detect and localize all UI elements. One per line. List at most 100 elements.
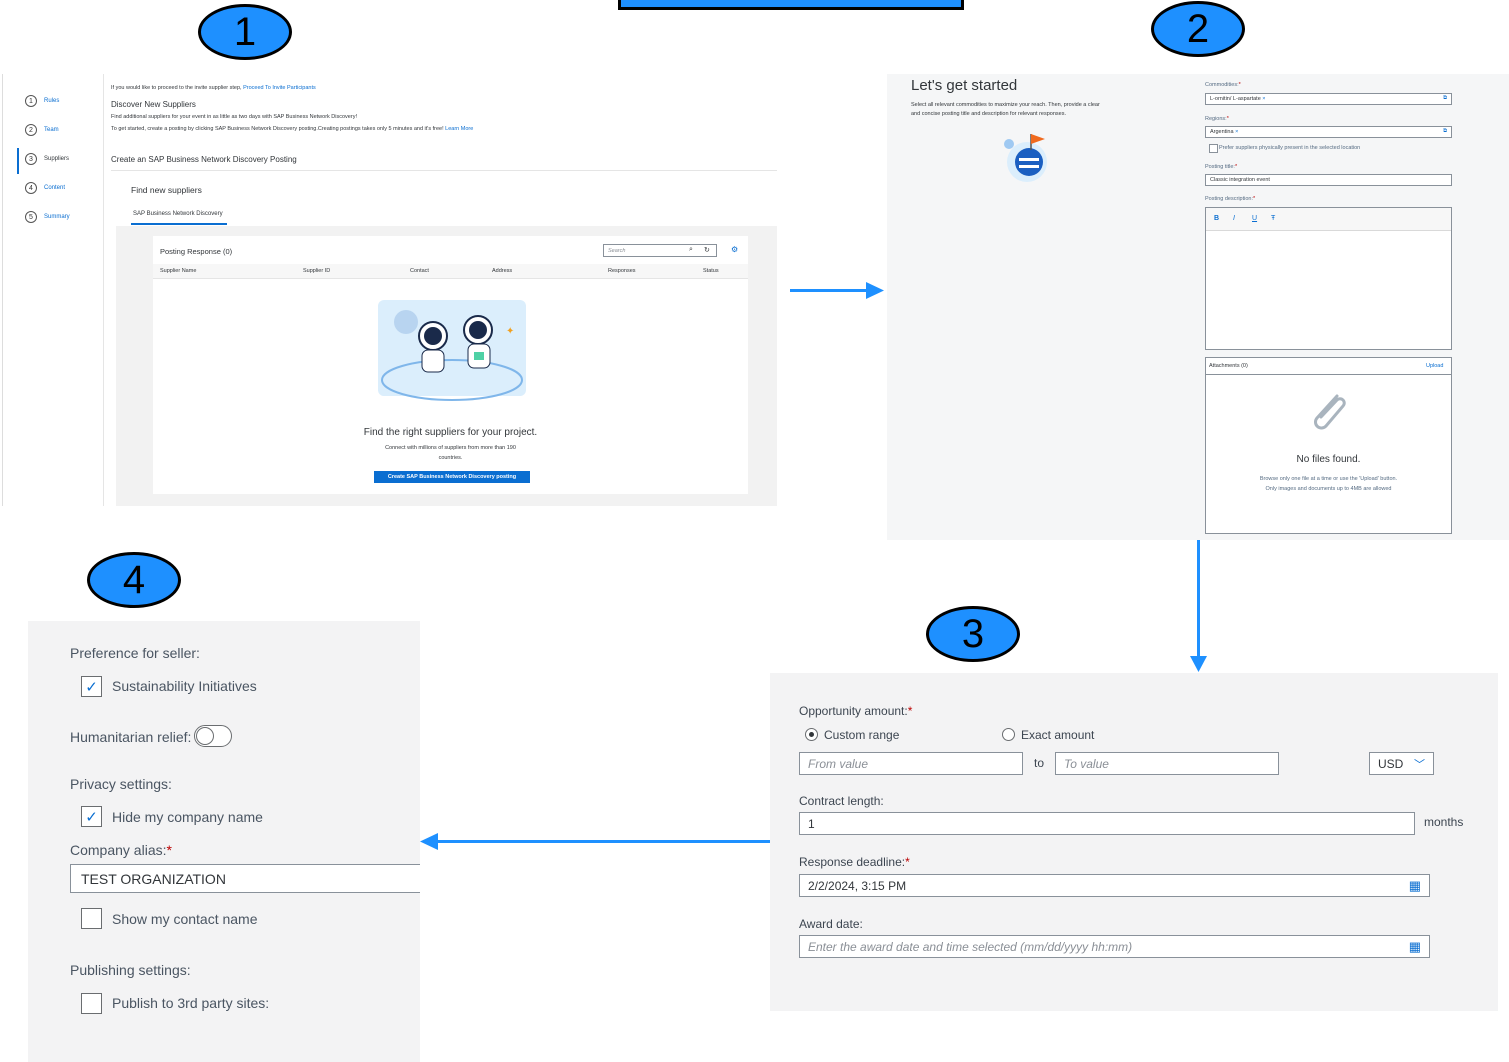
strikethrough-button[interactable]: Ŧ	[1271, 215, 1275, 222]
prefer-location-label: Prefer suppliers physically present in t…	[1219, 145, 1361, 151]
preference-label: Preference for seller:	[70, 645, 200, 661]
arrow-2-to-3	[1197, 540, 1200, 660]
no-files-hint1: Browse only one file at a time or use th…	[1259, 476, 1398, 482]
step-suppliers[interactable]: 3 Suppliers	[25, 153, 69, 165]
step-badge-2: 2	[1151, 1, 1245, 57]
col-supplier-id: Supplier ID	[303, 268, 331, 274]
arrow-head-right	[866, 282, 884, 299]
opportunity-amount-label: Opportunity amount:*	[799, 704, 913, 718]
award-date-label: Award date:	[799, 917, 863, 931]
hide-company-checkbox[interactable]: ✓	[81, 806, 102, 827]
col-contact: Contact	[410, 268, 429, 274]
learn-more-link[interactable]: Learn More	[445, 126, 473, 132]
no-files-hint2: Only images and documents up to 4MB are …	[1265, 486, 1392, 492]
proceed-link[interactable]: Proceed To Invite Participants	[243, 85, 316, 91]
step-summary[interactable]: 5 Summary	[25, 211, 70, 223]
attachments-label: Attachments (0)	[1209, 363, 1248, 369]
checkmark-icon: ✓	[85, 808, 98, 826]
globe-flag-illustration	[1004, 134, 1047, 182]
custom-range-label: Custom range	[824, 728, 900, 742]
calendar-icon[interactable]: ▦	[1409, 939, 1421, 955]
posting-title-label: Posting title:*	[1205, 164, 1238, 170]
posting-title-input[interactable]: Classic integration event	[1205, 174, 1452, 186]
astronaut-illustration: ✦	[378, 300, 526, 401]
arrow-head-down	[1190, 656, 1207, 672]
panel-posting-details: Let's get started Select all relevant co…	[887, 74, 1509, 540]
checkmark-icon: ✓	[85, 678, 98, 696]
award-date-input[interactable]: Enter the award date and time selected (…	[799, 935, 1430, 958]
panel-opportunity-settings: Opportunity amount:* Custom range Exact …	[770, 673, 1498, 1011]
currency-select[interactable]: USD ﹀	[1369, 752, 1434, 775]
months-label: months	[1424, 815, 1464, 829]
tab-underline	[131, 223, 227, 225]
step-rules[interactable]: 1 Rules	[25, 95, 59, 107]
exact-amount-radio[interactable]	[1002, 728, 1015, 741]
active-step-indicator	[17, 148, 19, 174]
sustainability-checkbox[interactable]: ✓	[81, 676, 102, 697]
publish-3rd-party-checkbox[interactable]	[81, 993, 102, 1014]
bold-button[interactable]: B	[1214, 215, 1219, 222]
arrow-1-to-2	[790, 289, 872, 292]
attachments-box: Attachments (0) Upload No files found. B…	[1205, 357, 1452, 534]
hide-company-label: Hide my company name	[112, 809, 263, 825]
remove-token-icon[interactable]: ×	[1262, 96, 1265, 102]
contract-length-input[interactable]: 1	[799, 812, 1415, 835]
sidebar-divider	[103, 74, 104, 506]
from-value-input[interactable]: From value	[799, 752, 1023, 775]
company-alias-input[interactable]: TEST ORGANIZATION	[70, 864, 420, 893]
step-content[interactable]: 4 Content	[25, 182, 65, 194]
upload-link[interactable]: Upload	[1426, 363, 1443, 369]
arrow-3-to-4	[436, 840, 770, 843]
sustainability-label: Sustainability Initiatives	[112, 678, 257, 694]
remove-token-icon[interactable]: ×	[1235, 129, 1238, 135]
response-deadline-input[interactable]: 2/2/2024, 3:15 PM ▦	[799, 874, 1430, 897]
search-input[interactable]: Search ⌕ ↻	[603, 244, 717, 257]
regions-input[interactable]: Argentina × ⧉	[1205, 126, 1452, 138]
divider	[111, 170, 777, 171]
to-value-input[interactable]: To value	[1055, 752, 1279, 775]
show-contact-label: Show my contact name	[112, 911, 258, 927]
panel-suppliers-step: 1 Rules 2 Team 3 Suppliers 4 Content 5 Summar…	[2, 74, 777, 506]
value-help-icon[interactable]: ⧉	[1443, 128, 1447, 135]
contract-length-label: Contract length:	[799, 794, 884, 808]
humanitarian-toggle[interactable]	[194, 725, 232, 747]
intro-line2: and concise posting title and descriptio…	[911, 111, 1067, 117]
discover-title: Discover New Suppliers	[111, 100, 196, 109]
find-title: Find new suppliers	[131, 185, 202, 195]
italic-button[interactable]: I	[1233, 215, 1235, 222]
publish-3rd-party-label: Publish to 3rd party sites:	[112, 995, 270, 1011]
posting-description-label: Posting description:*	[1205, 196, 1256, 202]
col-status: Status	[703, 268, 719, 274]
privacy-label: Privacy settings:	[70, 776, 172, 792]
col-address: Address	[492, 268, 513, 274]
response-deadline-label: Response deadline:*	[799, 855, 910, 869]
value-help-icon[interactable]: ⧉	[1443, 95, 1447, 102]
description-editor[interactable]: B I U Ŧ	[1205, 207, 1452, 350]
paperclip-icon	[1314, 394, 1346, 430]
title-bar-decoration	[618, 0, 964, 10]
to-label: to	[1034, 756, 1045, 770]
show-contact-checkbox[interactable]	[81, 908, 102, 929]
arrow-head-left	[420, 833, 438, 850]
editor-toolbar: B I U Ŧ	[1206, 208, 1451, 231]
search-icon[interactable]: ⌕	[689, 246, 693, 254]
commodities-input[interactable]: L-ornitin/ L-aspartate × ⧉	[1205, 93, 1452, 105]
commodity-token: L-ornitin/ L-aspartate	[1210, 96, 1261, 102]
region-token: Argentina	[1210, 129, 1234, 135]
underline-button[interactable]: U	[1252, 215, 1257, 222]
empty-state-line2: countries.	[438, 455, 463, 461]
svg-text:✦: ✦	[506, 326, 514, 337]
calendar-icon[interactable]: ▦	[1409, 878, 1421, 894]
no-files-text: No files found.	[1296, 454, 1361, 465]
refresh-icon[interactable]: ↻	[704, 246, 710, 254]
discover-line1: Find additional suppliers for your event…	[111, 114, 357, 120]
intro-text: If you would like to proceed to the invi…	[111, 85, 316, 91]
tab-sap-discovery[interactable]: SAP Business Network Discovery	[133, 211, 223, 217]
prefer-location-checkbox[interactable]	[1209, 144, 1218, 153]
settings-icon[interactable]: ⚙	[731, 245, 738, 254]
step-team[interactable]: 2 Team	[25, 124, 59, 136]
custom-range-radio[interactable]	[805, 728, 818, 741]
col-supplier-name: Supplier Name	[160, 268, 197, 274]
discover-line2: To get started, create a posting by clic…	[111, 126, 474, 132]
create-posting-button[interactable]: Create SAP Business Network Discovery po…	[374, 471, 530, 483]
